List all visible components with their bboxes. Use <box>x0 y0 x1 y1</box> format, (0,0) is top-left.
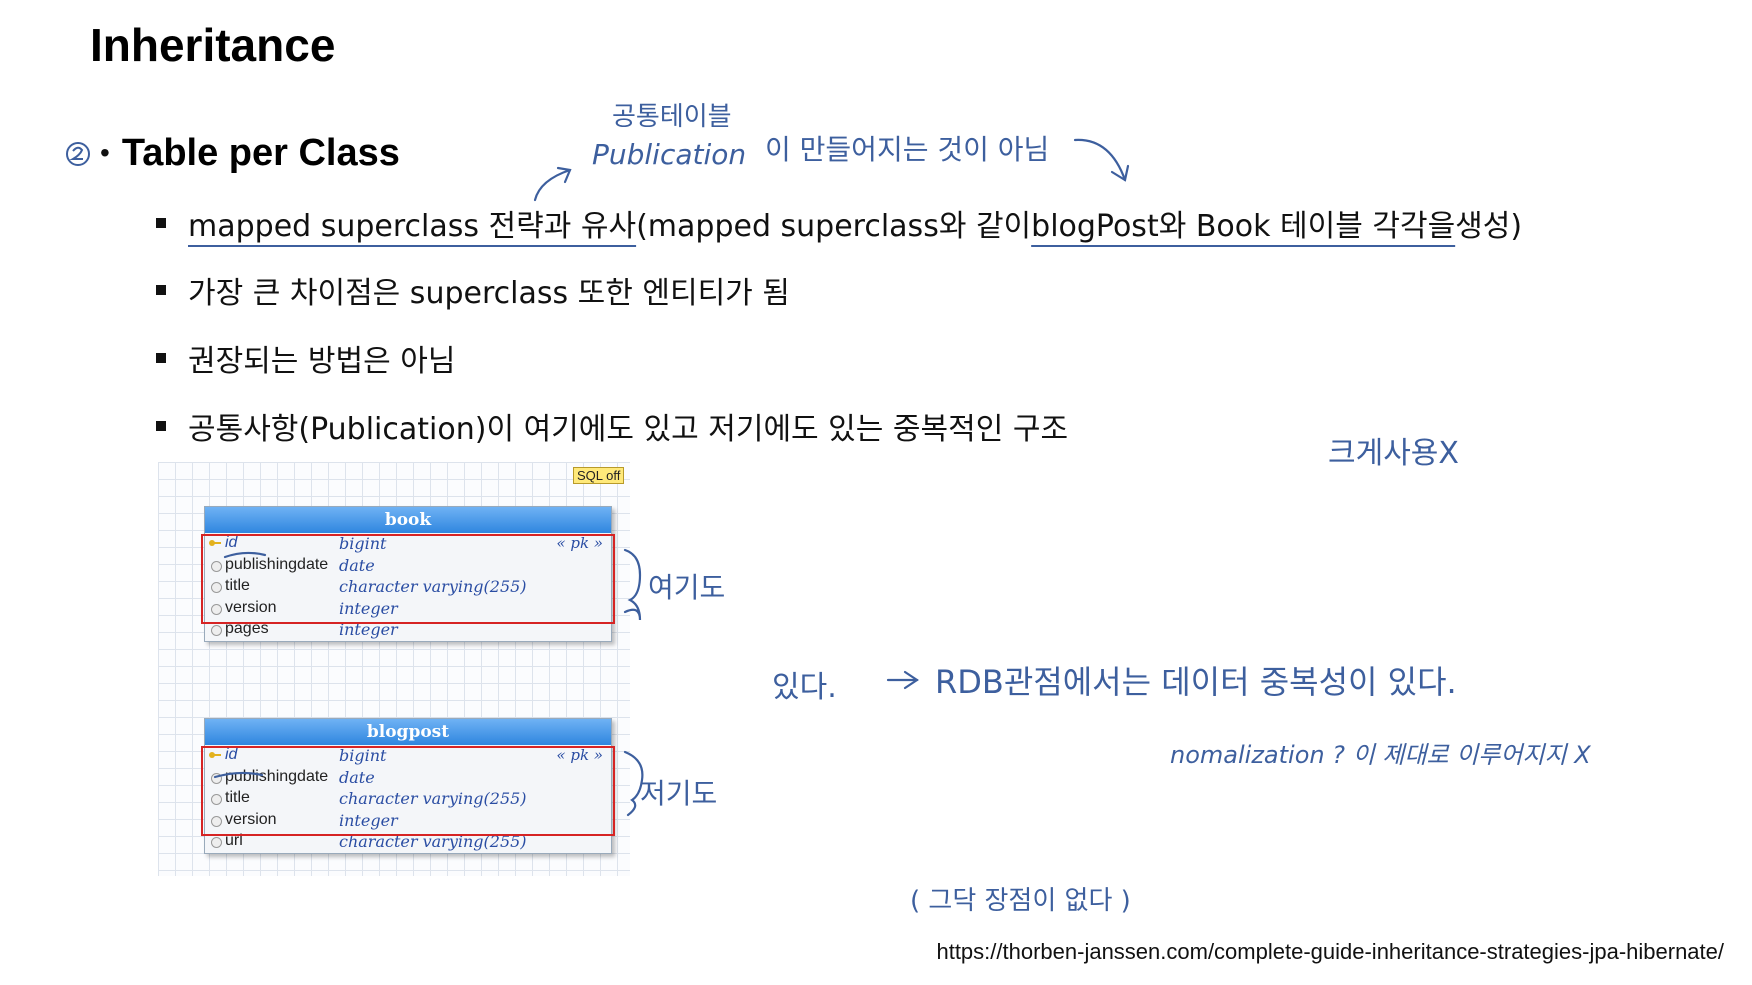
brace-here <box>623 548 642 621</box>
hw-note-not-created: 이 만들어지는 것이 아님 <box>765 133 1050 166</box>
id-mark-blogpost <box>213 771 264 779</box>
hw-note-publication: Publication <box>592 138 747 171</box>
arrow-up-stroke <box>533 168 572 202</box>
hw-note-rdb-duplication: RDB관점에서는 데이터 중복성이 있다. <box>935 663 1457 701</box>
hw-note-no-merit: ( 그닥 장점이 없다 ) <box>910 886 1131 916</box>
hw-note-rarely-used: 크게사용X <box>1328 436 1459 471</box>
source-url: https://thorben-janssen.com/complete-gui… <box>936 939 1724 964</box>
hw-note-there-too: 저기도 <box>640 777 718 810</box>
hw-note-exists: 있다. <box>772 670 837 705</box>
hw-note-here-too: 여기도 <box>648 571 726 604</box>
id-mark-book <box>223 551 267 559</box>
arrow-down-stroke <box>1073 138 1127 182</box>
hw-note-common-table: 공통테이블 <box>612 102 732 132</box>
hw-note-normalization: nomalization ? 이 제대로 이루어지지 X <box>1170 741 1591 769</box>
